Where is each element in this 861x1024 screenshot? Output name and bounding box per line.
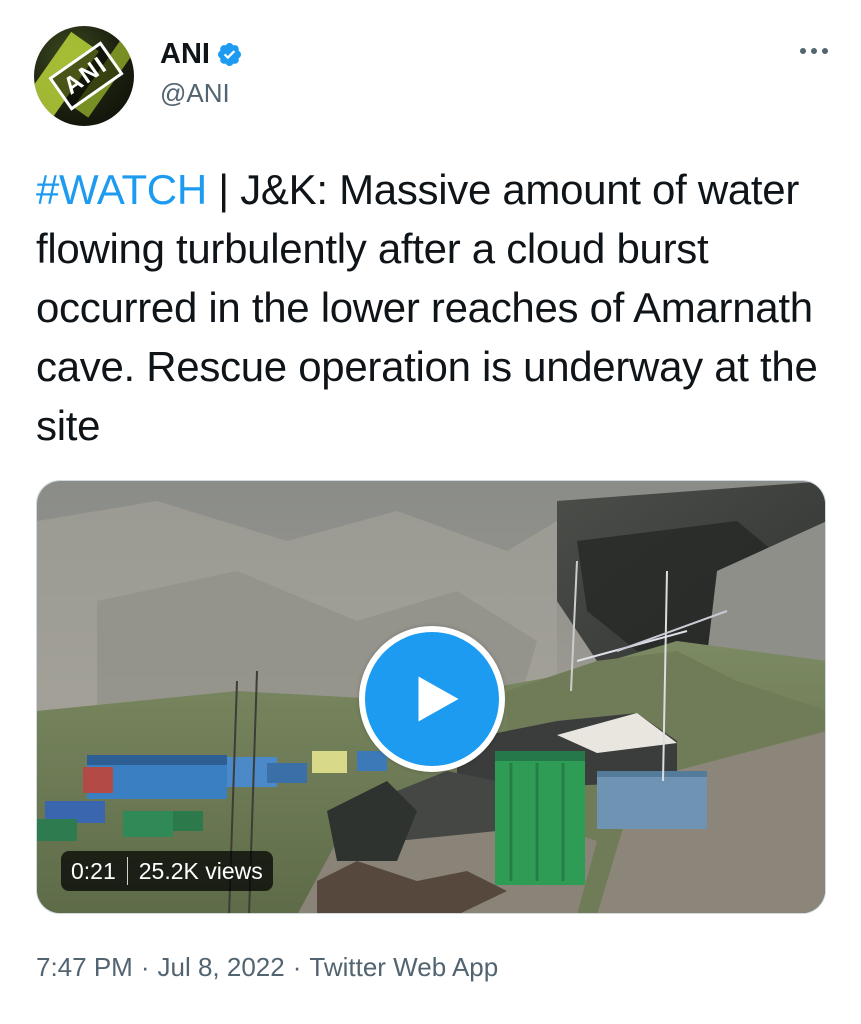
footer-separator: · [140, 952, 150, 982]
display-name[interactable]: ANI [160, 38, 210, 71]
tweet-text: #WATCH | J&K: Massive amount of water fl… [36, 160, 826, 455]
more-options-icon[interactable] [794, 36, 834, 66]
tweet-footer: 7:47 PM · Jul 8, 2022 · Twitter Web App [36, 952, 498, 983]
video-player[interactable]: 0:21 25.2K views [36, 480, 826, 914]
video-duration: 0:21 [71, 857, 116, 884]
video-meta-divider [126, 857, 128, 885]
avatar[interactable]: ANI [34, 26, 134, 126]
author-names: ANI @ANI [160, 38, 243, 109]
verified-badge-icon [217, 42, 241, 66]
tweet-header: ANI ANI @ANI [34, 26, 834, 126]
video-views: 25.2K views [138, 857, 263, 884]
tweet-time[interactable]: 7:47 PM [36, 952, 133, 982]
play-button[interactable] [359, 626, 505, 772]
more-dot [811, 48, 817, 54]
footer-separator: · [292, 952, 302, 982]
video-meta-badge: 0:21 25.2K views [61, 851, 273, 891]
more-dot [822, 48, 828, 54]
play-icon [418, 676, 459, 722]
hashtag-link[interactable]: #WATCH [36, 166, 207, 213]
tweet-date[interactable]: Jul 8, 2022 [158, 952, 285, 982]
tweet-source[interactable]: Twitter Web App [309, 952, 498, 982]
more-dot [800, 48, 806, 54]
display-name-row: ANI [160, 38, 243, 70]
author-handle[interactable]: @ANI [160, 78, 243, 109]
